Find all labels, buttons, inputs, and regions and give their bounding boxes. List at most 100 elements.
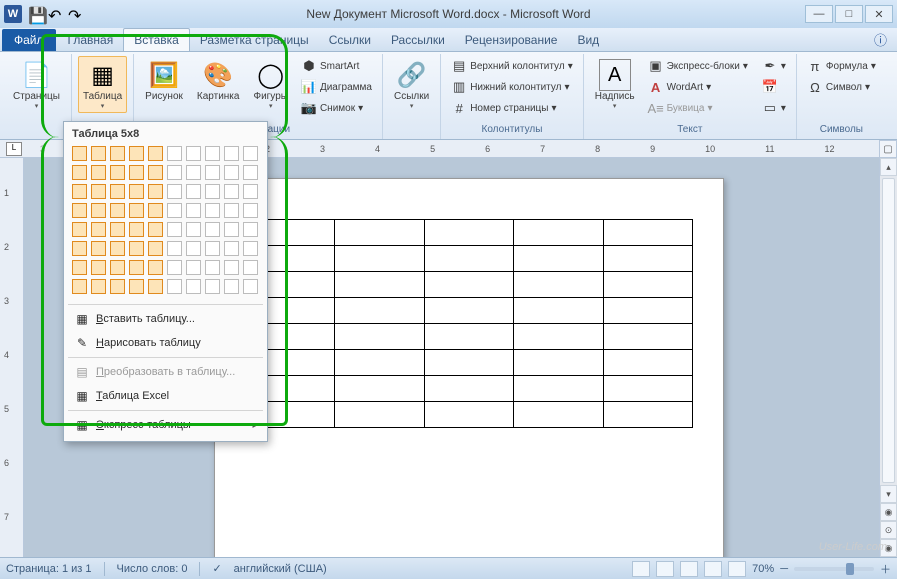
- table-grid-picker[interactable]: [68, 144, 263, 302]
- table-button[interactable]: ▦ Таблица ▾: [78, 56, 127, 113]
- grid-cell[interactable]: [205, 203, 220, 218]
- view-print-layout[interactable]: [632, 561, 650, 577]
- document-table[interactable]: [245, 219, 693, 428]
- grid-cell[interactable]: [205, 165, 220, 180]
- table-cell[interactable]: [424, 350, 513, 376]
- table-cell[interactable]: [603, 272, 692, 298]
- links-button[interactable]: 🔗Ссылки▾: [389, 56, 434, 113]
- dropdown-item[interactable]: ▦Таблица Excel: [68, 384, 263, 408]
- table-cell[interactable]: [514, 376, 603, 402]
- grid-cell[interactable]: [110, 241, 125, 256]
- tab-references[interactable]: Ссылки: [319, 29, 381, 51]
- tab-selector[interactable]: L: [6, 142, 22, 156]
- equation-button[interactable]: πФормула ▾: [803, 56, 880, 76]
- grid-cell[interactable]: [243, 203, 258, 218]
- view-draft[interactable]: [728, 561, 746, 577]
- grid-cell[interactable]: [186, 203, 201, 218]
- table-cell[interactable]: [335, 350, 424, 376]
- grid-cell[interactable]: [186, 165, 201, 180]
- table-cell[interactable]: [335, 298, 424, 324]
- grid-cell[interactable]: [129, 165, 144, 180]
- maximize-button[interactable]: □: [835, 5, 863, 23]
- dropdown-item[interactable]: ▦Экспресс-таблицы▸: [68, 413, 263, 437]
- grid-cell[interactable]: [205, 241, 220, 256]
- grid-cell[interactable]: [205, 184, 220, 199]
- grid-cell[interactable]: [91, 279, 106, 294]
- grid-cell[interactable]: [224, 260, 239, 275]
- grid-cell[interactable]: [129, 203, 144, 218]
- minimize-button[interactable]: —: [805, 5, 833, 23]
- table-cell[interactable]: [424, 246, 513, 272]
- grid-cell[interactable]: [224, 222, 239, 237]
- grid-cell[interactable]: [72, 203, 87, 218]
- grid-cell[interactable]: [167, 260, 182, 275]
- grid-cell[interactable]: [243, 241, 258, 256]
- table-cell[interactable]: [335, 324, 424, 350]
- table-cell[interactable]: [335, 402, 424, 428]
- spell-check-icon[interactable]: ✓: [212, 562, 221, 575]
- tab-insert[interactable]: Вставка: [123, 28, 190, 51]
- grid-cell[interactable]: [72, 165, 87, 180]
- grid-cell[interactable]: [186, 260, 201, 275]
- grid-cell[interactable]: [129, 146, 144, 161]
- tab-mailings[interactable]: Рассылки: [381, 29, 455, 51]
- ruler-toggle[interactable]: ▢: [879, 140, 897, 158]
- symbol-button[interactable]: ΩСимвол ▾: [803, 77, 880, 97]
- zoom-knob[interactable]: [846, 563, 854, 575]
- grid-cell[interactable]: [186, 184, 201, 199]
- grid-cell[interactable]: [167, 165, 182, 180]
- tab-review[interactable]: Рецензирование: [455, 29, 568, 51]
- grid-cell[interactable]: [167, 241, 182, 256]
- table-cell[interactable]: [424, 220, 513, 246]
- view-fullscreen[interactable]: [656, 561, 674, 577]
- redo-icon[interactable]: ↷: [68, 6, 84, 22]
- zoom-in-icon[interactable]: ＋: [880, 561, 891, 577]
- dropdown-item[interactable]: ✎Нарисовать таблицу: [68, 331, 263, 355]
- text-extra3[interactable]: ▭▾: [758, 98, 790, 118]
- grid-cell[interactable]: [110, 203, 125, 218]
- scroll-thumb[interactable]: [882, 178, 895, 483]
- dropdown-item[interactable]: ▦Вставить таблицу...: [68, 307, 263, 331]
- table-cell[interactable]: [424, 298, 513, 324]
- grid-cell[interactable]: [224, 279, 239, 294]
- zoom-level[interactable]: 70%: [752, 563, 774, 575]
- grid-cell[interactable]: [110, 222, 125, 237]
- grid-cell[interactable]: [224, 184, 239, 199]
- table-cell[interactable]: [424, 376, 513, 402]
- zoom-out-icon[interactable]: ─: [780, 563, 788, 575]
- footer-button[interactable]: ▥Нижний колонтитул ▾: [447, 77, 577, 97]
- table-cell[interactable]: [603, 220, 692, 246]
- close-button[interactable]: ✕: [865, 5, 893, 23]
- screenshot-button[interactable]: 📷Снимок ▾: [297, 98, 376, 118]
- scroll-down-icon[interactable]: ▾: [880, 485, 897, 503]
- grid-cell[interactable]: [148, 260, 163, 275]
- grid-cell[interactable]: [205, 260, 220, 275]
- grid-cell[interactable]: [129, 241, 144, 256]
- help-icon[interactable]: ⓘ: [874, 30, 887, 49]
- save-icon[interactable]: 💾: [28, 6, 44, 22]
- grid-cell[interactable]: [110, 279, 125, 294]
- table-cell[interactable]: [514, 298, 603, 324]
- table-cell[interactable]: [335, 272, 424, 298]
- grid-cell[interactable]: [91, 260, 106, 275]
- dropcap-button[interactable]: A≡Буквица ▾: [644, 98, 752, 118]
- tab-home[interactable]: Главная: [58, 29, 124, 51]
- view-outline[interactable]: [704, 561, 722, 577]
- quickparts-button[interactable]: ▣Экспресс-блоки ▾: [644, 56, 752, 76]
- page[interactable]: [214, 178, 724, 557]
- status-language[interactable]: английский (США): [234, 563, 327, 575]
- grid-cell[interactable]: [224, 241, 239, 256]
- table-cell[interactable]: [424, 324, 513, 350]
- scroll-up-icon[interactable]: ▴: [880, 158, 897, 176]
- file-tab[interactable]: Файл: [2, 29, 56, 51]
- grid-cell[interactable]: [72, 146, 87, 161]
- grid-cell[interactable]: [72, 222, 87, 237]
- grid-cell[interactable]: [91, 241, 106, 256]
- grid-cell[interactable]: [72, 260, 87, 275]
- grid-cell[interactable]: [72, 279, 87, 294]
- grid-cell[interactable]: [243, 222, 258, 237]
- grid-cell[interactable]: [129, 184, 144, 199]
- grid-cell[interactable]: [186, 279, 201, 294]
- table-cell[interactable]: [424, 402, 513, 428]
- grid-cell[interactable]: [205, 146, 220, 161]
